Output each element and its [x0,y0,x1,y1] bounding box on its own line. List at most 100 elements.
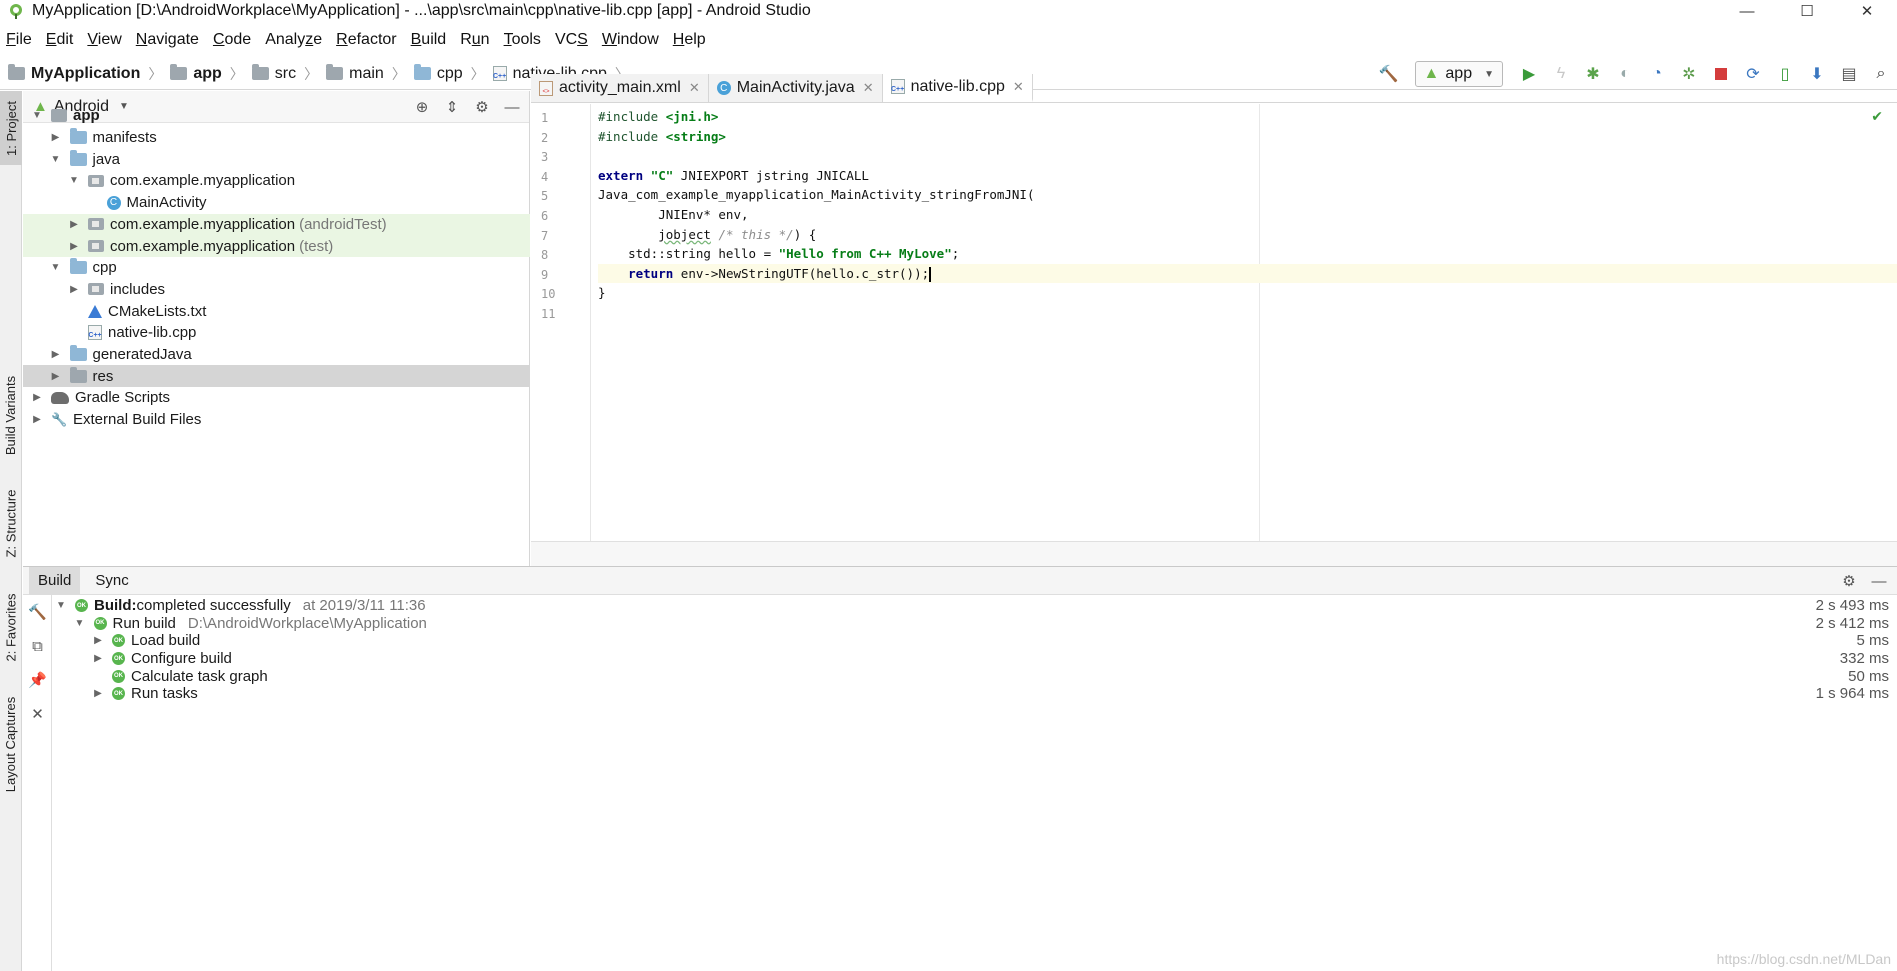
build-tree-row[interactable]: ▶ OK Run tasks 1 s 964 ms [53,685,1897,703]
chevron-right-icon[interactable]: ▶ [31,392,43,403]
gear-icon[interactable]: ⚙ [1839,572,1859,590]
editor-tab[interactable]: C++ native-lib.cpp ✕ [882,74,1033,102]
tab-layout-captures[interactable]: Layout Captures [0,689,22,799]
breadcrumb-src[interactable]: src 〉 [251,64,318,84]
close-icon[interactable]: ✕ [23,697,52,731]
build-tree-row[interactable]: ▼ OK Build: completed successfully at 2019/… [53,597,1897,615]
folder-icon [69,128,87,145]
chevron-right-icon[interactable]: ▶ [68,284,80,295]
tree-item[interactable]: CMakeLists.txt [23,300,530,322]
hammer-icon[interactable]: 🔨 [23,595,52,629]
close-icon[interactable]: ✕ [1013,79,1024,95]
menu-item-1[interactable]: Edit [46,31,74,49]
chevron-right-icon[interactable]: ▶ [50,349,62,360]
line-number: 4 [541,169,549,184]
code-line: extern "C" JNIEXPORT jstring JNICALL [598,167,869,183]
tree-item[interactable]: ▶ 🔧 External Build Files [23,409,530,431]
close-window-button[interactable]: ✕ [1837,0,1897,22]
menu-item-11[interactable]: Window [602,31,659,49]
editor-footer [531,541,1897,566]
minimize-button[interactable]: — [1717,0,1777,22]
maximize-button[interactable]: ☐ [1777,0,1837,22]
line-number: 11 [541,307,556,321]
breadcrumb-cpp[interactable]: cpp 〉 [413,64,485,84]
tree-item[interactable]: C MainActivity [23,192,530,214]
chevron-right-icon[interactable]: ▶ [31,414,43,425]
chevron-right-icon[interactable]: ▶ [68,219,80,230]
hide-panel-icon[interactable]: — [1869,573,1889,590]
folder-icon [326,64,344,80]
editor-tab[interactable]: <> activity_main.xml ✕ [531,74,709,102]
toggle-view-icon[interactable]: ⧉ [23,629,52,663]
menu-item-12[interactable]: Help [673,31,706,49]
build-tree-row[interactable]: ▶ OK Load build 5 ms [53,632,1897,650]
chevron-right-icon[interactable]: ▶ [92,653,104,664]
tree-item[interactable]: ▶ includes [23,279,530,301]
chevron-right-icon[interactable]: ▶ [68,241,80,252]
chevron-down-icon[interactable]: ▼ [50,262,62,273]
tab-build-variants[interactable]: Build Variants [0,369,22,461]
chevron-down-icon[interactable]: ▼ [55,600,67,611]
tab-build[interactable]: Build [29,566,81,595]
build-tree-row[interactable]: OK Calculate task graph 50 ms [53,667,1897,685]
tree-item[interactable]: ▶ generatedJava [23,344,530,366]
tree-item[interactable]: ▼ cpp [23,257,530,279]
gradle-icon [51,391,69,404]
folder-icon [69,258,87,275]
menu-item-0[interactable]: File [6,31,32,49]
build-tree-row[interactable]: ▶ OK Configure build 332 ms [53,650,1897,668]
breadcrumb-app[interactable]: app 〉 [170,64,244,84]
chevron-down-icon[interactable]: ▼ [68,175,80,186]
tree-item[interactable]: ▶ res [23,365,530,388]
code-line-current: return env->NewStringUTF(hello.c_str()); [598,263,1897,284]
editor-tab[interactable]: C MainActivity.java ✕ [708,74,883,102]
tree-item[interactable]: ▼ java [23,148,530,170]
menu-item-5[interactable]: Analyze [265,31,322,49]
tree-item[interactable]: ▼ com.example.myapplication [23,170,530,192]
tree-item[interactable]: ▼ app [23,105,530,127]
menu-item-3[interactable]: Navigate [136,31,199,49]
code-line: #include <jni.h> [598,109,719,124]
build-step-duration: 2 s 493 ms [1815,597,1889,615]
menu-item-8[interactable]: Run [460,31,489,49]
folder-icon [413,64,431,80]
package-icon [88,174,104,187]
menu-item-7[interactable]: Build [411,31,447,49]
tab-structure[interactable]: Z: Structure [0,484,22,562]
chevron-right-icon[interactable]: ▶ [50,371,62,382]
menu-item-10[interactable]: VCS [555,31,588,49]
tab-favorites[interactable]: 2: Favorites [0,588,22,666]
success-icon: OK [112,652,125,666]
close-icon[interactable]: ✕ [863,80,874,96]
tree-item[interactable]: ▶ manifests [23,127,530,149]
menu-item-6[interactable]: Refactor [336,31,396,49]
pin-icon[interactable]: 📌 [23,663,52,697]
inspection-ok-icon[interactable]: ✔ [1871,108,1883,125]
menu-item-2[interactable]: View [87,31,121,49]
chevron-down-icon[interactable]: ▼ [50,154,62,165]
close-icon[interactable]: ✕ [689,80,700,96]
tab-sync[interactable]: Sync [86,567,137,595]
chevron-down-icon[interactable]: ▼ [31,110,43,121]
chevron-right-icon[interactable]: ▶ [92,688,104,699]
chevron-right-icon[interactable]: ▶ [50,132,62,143]
chevron-down-icon[interactable]: ▼ [74,618,86,629]
build-step-label: Run build [112,614,176,632]
tree-item-label: CMakeLists.txt [108,302,207,320]
tree-item[interactable]: ▶ com.example.myapplication (androidTest) [23,213,530,236]
line-number: 8 [541,248,549,263]
build-tree-row[interactable]: ▼ OK Run build D:\AndroidWorkplace\MyApplic… [53,615,1897,633]
tree-item[interactable]: ▶ com.example.myapplication (test) [23,235,530,257]
breadcrumb-project[interactable]: MyApplication 〉 [8,64,162,84]
tree-item[interactable]: ▶ Gradle Scripts [23,387,530,409]
cpp-file-icon: C++ [492,66,507,81]
folder-icon [69,366,87,383]
code-editor[interactable]: #include <jni.h> #include <string> exter… [592,104,1897,541]
menu-item-9[interactable]: Tools [504,31,541,49]
tree-item[interactable]: C++ native-lib.cpp [23,322,530,344]
build-side-toolbar: 🔨 ⧉ 📌 ✕ [23,595,52,971]
menu-item-4[interactable]: Code [213,31,251,49]
tab-project[interactable]: 1: Project [0,91,22,165]
chevron-right-icon[interactable]: ▶ [92,635,104,646]
breadcrumb-main[interactable]: main 〉 [326,64,406,84]
